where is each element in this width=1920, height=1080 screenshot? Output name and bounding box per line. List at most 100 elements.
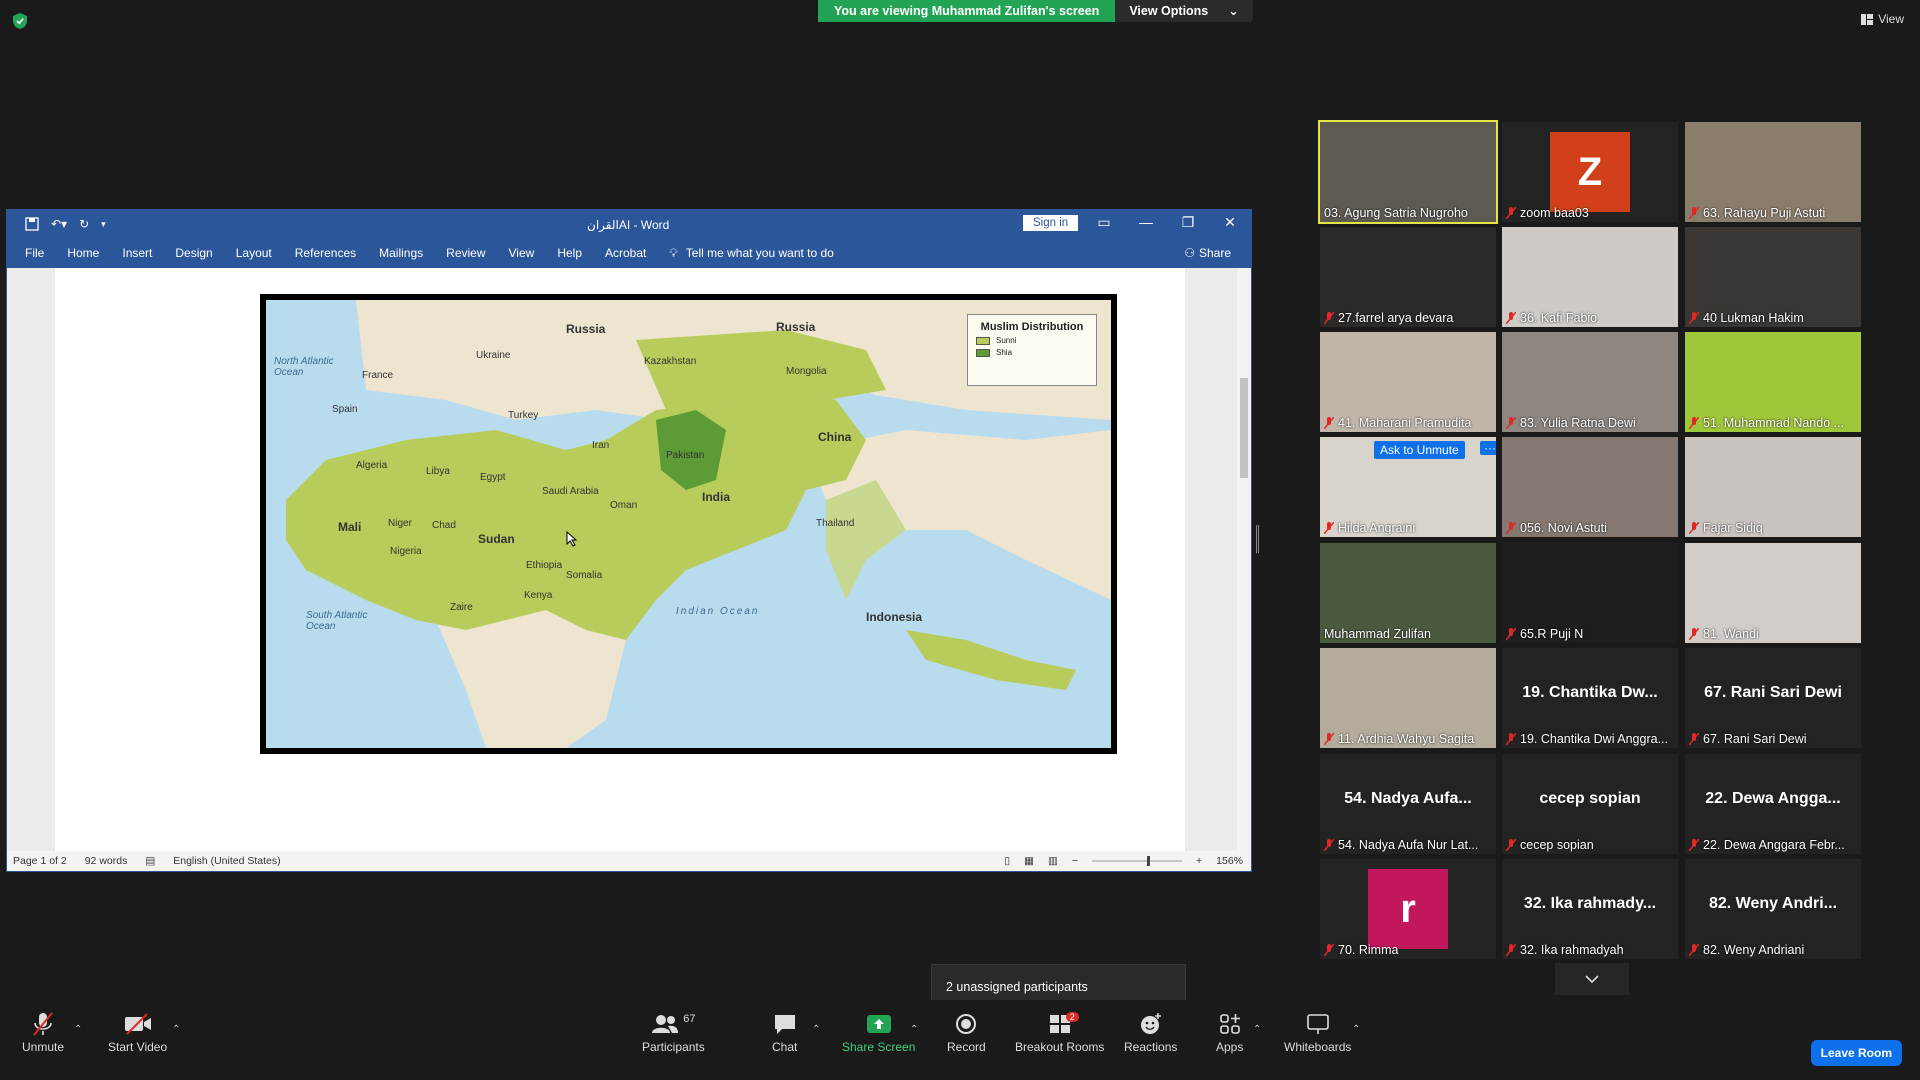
muted-mic-icon (1324, 839, 1334, 851)
view-options-button[interactable]: View Options ⌄ (1115, 0, 1253, 22)
participant-tile[interactable]: 22. Dewa Angga... 22. Dewa Anggara Febr..… (1685, 754, 1861, 854)
participant-tile[interactable]: Muhammad Zulifan (1320, 543, 1496, 643)
tell-me-search[interactable]: 💡︎ Tell me what you want to do (669, 246, 833, 261)
minimize-icon[interactable]: — (1125, 214, 1167, 231)
grid-view-icon (1861, 13, 1874, 25)
read-mode-icon[interactable]: ▯ (1004, 855, 1010, 867)
tab-layout[interactable]: Layout (236, 246, 272, 260)
chat-button[interactable]: Chat (772, 1008, 797, 1054)
zoom-slider[interactable] (1092, 856, 1182, 866)
redo-icon[interactable]: ↻ (79, 217, 89, 231)
tab-home[interactable]: Home (67, 246, 99, 260)
breakout-rooms-button[interactable]: 2 Breakout Rooms (1015, 1008, 1104, 1054)
apps-button[interactable]: Apps (1216, 1008, 1243, 1054)
map-label-kazakhstan: Kazakhstan (644, 356, 697, 367)
tab-design[interactable]: Design (175, 246, 212, 260)
tab-review[interactable]: Review (446, 246, 485, 260)
participant-name: 63. Rahayu Puji Astuti (1703, 206, 1826, 220)
participant-tile[interactable]: 81. Wandi (1685, 543, 1861, 643)
zoom-level[interactable]: 156% (1216, 855, 1243, 867)
more-options-button[interactable]: ··· (1480, 441, 1496, 455)
page-count[interactable]: Page 1 of 2 (13, 855, 67, 867)
tab-insert[interactable]: Insert (122, 246, 152, 260)
share-button[interactable]: ⚇ Share (1184, 246, 1231, 260)
undo-icon[interactable]: ↶▾ (51, 217, 67, 231)
language-status[interactable]: English (United States) (173, 855, 280, 867)
apps-options-caret[interactable]: ⌃ (1253, 1024, 1261, 1035)
map-image[interactable]: Russia Russia Kazakhstan Mongolia China … (260, 294, 1117, 754)
share-screen-button[interactable]: Share Screen (842, 1008, 915, 1054)
web-layout-icon[interactable]: ▥ (1048, 855, 1058, 867)
split-resize-handle[interactable] (1256, 525, 1259, 553)
view-button[interactable]: View (1861, 12, 1904, 26)
participant-tile[interactable]: 36. Kafi Fabio (1502, 227, 1678, 327)
audio-options-caret[interactable]: ⌃ (74, 1024, 82, 1035)
participant-tile[interactable]: cecep sopian cecep sopian (1502, 754, 1678, 854)
participant-tile[interactable]: 41. Maharani Pramudita (1320, 332, 1496, 432)
legend-swatch-sunni (976, 336, 990, 345)
participant-tile[interactable]: 63. Rahayu Puji Astuti (1685, 122, 1861, 222)
tab-help[interactable]: Help (557, 246, 582, 260)
participant-tile[interactable]: 65.R Puji N (1502, 543, 1678, 643)
participant-display-name: 54. Nadya Aufa... (1344, 790, 1472, 807)
participant-tile[interactable]: r 70. Rimma (1320, 859, 1496, 959)
sign-in-button[interactable]: Sign in (1023, 215, 1079, 231)
participant-name: 22. Dewa Anggara Febr... (1703, 838, 1845, 852)
map-label-russia-east: Russia (776, 320, 816, 334)
participant-tile[interactable]: 51. Muhammad Nando ... (1685, 332, 1861, 432)
participant-tile[interactable]: Zzoom baa03 (1502, 122, 1678, 222)
save-icon[interactable] (25, 217, 39, 231)
participant-tile[interactable]: 03. Agung Satria Nugroho (1318, 120, 1498, 224)
whiteboard-options-caret[interactable]: ⌃ (1352, 1024, 1360, 1035)
scrollbar-thumb[interactable] (1240, 378, 1248, 478)
word-count[interactable]: 92 words (85, 855, 128, 867)
participant-tile[interactable]: Fajar Sidiq (1685, 437, 1861, 537)
close-icon[interactable]: ✕ (1209, 214, 1251, 231)
tell-me-label: Tell me what you want to do (685, 246, 834, 260)
unmute-button[interactable]: Unmute (22, 1008, 64, 1054)
participant-tile[interactable]: 11. Ardhia Wahyu Sagita (1320, 648, 1496, 748)
print-layout-icon[interactable]: ▦ (1024, 855, 1034, 867)
chat-options-caret[interactable]: ⌃ (812, 1024, 820, 1035)
share-label: Share (1198, 246, 1231, 260)
customize-qat-icon[interactable]: ▾ (101, 219, 106, 230)
zoom-in-icon[interactable]: + (1196, 855, 1202, 867)
tab-view[interactable]: View (509, 246, 535, 260)
tab-references[interactable]: References (295, 246, 356, 260)
tab-acrobat[interactable]: Acrobat (605, 246, 646, 260)
participant-tile[interactable]: 83. Yulia Ratna Dewi (1502, 332, 1678, 432)
record-button[interactable]: Record (947, 1008, 986, 1054)
reactions-button[interactable]: Reactions (1124, 1008, 1177, 1054)
participant-name-label: 82. Weny Andriani (1689, 943, 1804, 957)
proofing-icon[interactable]: ▤ (145, 855, 155, 867)
map-label-india: India (702, 490, 731, 504)
legend-label-shia: Shia (996, 348, 1013, 357)
zoom-out-icon[interactable]: − (1072, 855, 1078, 867)
participants-button[interactable]: 67 Participants (642, 1008, 705, 1054)
whiteboards-button[interactable]: Whiteboards (1284, 1008, 1351, 1054)
vertical-scrollbar[interactable] (1237, 268, 1251, 854)
video-options-caret[interactable]: ⌃ (172, 1024, 180, 1035)
participant-name-label: 41. Maharani Pramudita (1324, 416, 1471, 430)
restore-icon[interactable]: ❐ (1167, 214, 1209, 231)
participant-tile[interactable]: 32. Ika rahmady... 32. Ika rahmadyah (1502, 859, 1678, 959)
participant-tile[interactable]: Ask to Unmute ··· Hilda Angraini (1320, 437, 1496, 537)
tab-mailings[interactable]: Mailings (379, 246, 423, 260)
gallery-next-page-button[interactable] (1555, 963, 1629, 995)
participant-tile[interactable]: 056. Novi Astuti (1502, 437, 1678, 537)
share-options-caret[interactable]: ⌃ (910, 1024, 918, 1035)
participant-tile[interactable]: 67. Rani Sari Dewi 67. Rani Sari Dewi (1685, 648, 1861, 748)
leave-room-button[interactable]: Leave Room (1810, 1040, 1902, 1066)
security-shield-icon[interactable] (12, 12, 28, 30)
lightbulb-icon: 💡︎ (669, 245, 678, 260)
tab-file[interactable]: File (25, 246, 44, 260)
participant-tile[interactable]: 40 Lukman Hakim (1685, 227, 1861, 327)
start-video-button[interactable]: Start Video (108, 1008, 167, 1054)
ask-to-unmute-button[interactable]: Ask to Unmute (1374, 441, 1465, 459)
participant-tile[interactable]: 82. Weny Andri... 82. Weny Andriani (1685, 859, 1861, 959)
ribbon-display-icon[interactable]: ▭ (1083, 214, 1125, 231)
participant-name-label: 11. Ardhia Wahyu Sagita (1324, 732, 1474, 746)
participant-tile[interactable]: 54. Nadya Aufa... 54. Nadya Aufa Nur Lat.… (1320, 754, 1496, 854)
participant-tile[interactable]: 27.farrel arya devara (1320, 227, 1496, 327)
participant-tile[interactable]: 19. Chantika Dw... 19. Chantika Dwi Anggr… (1502, 648, 1678, 748)
